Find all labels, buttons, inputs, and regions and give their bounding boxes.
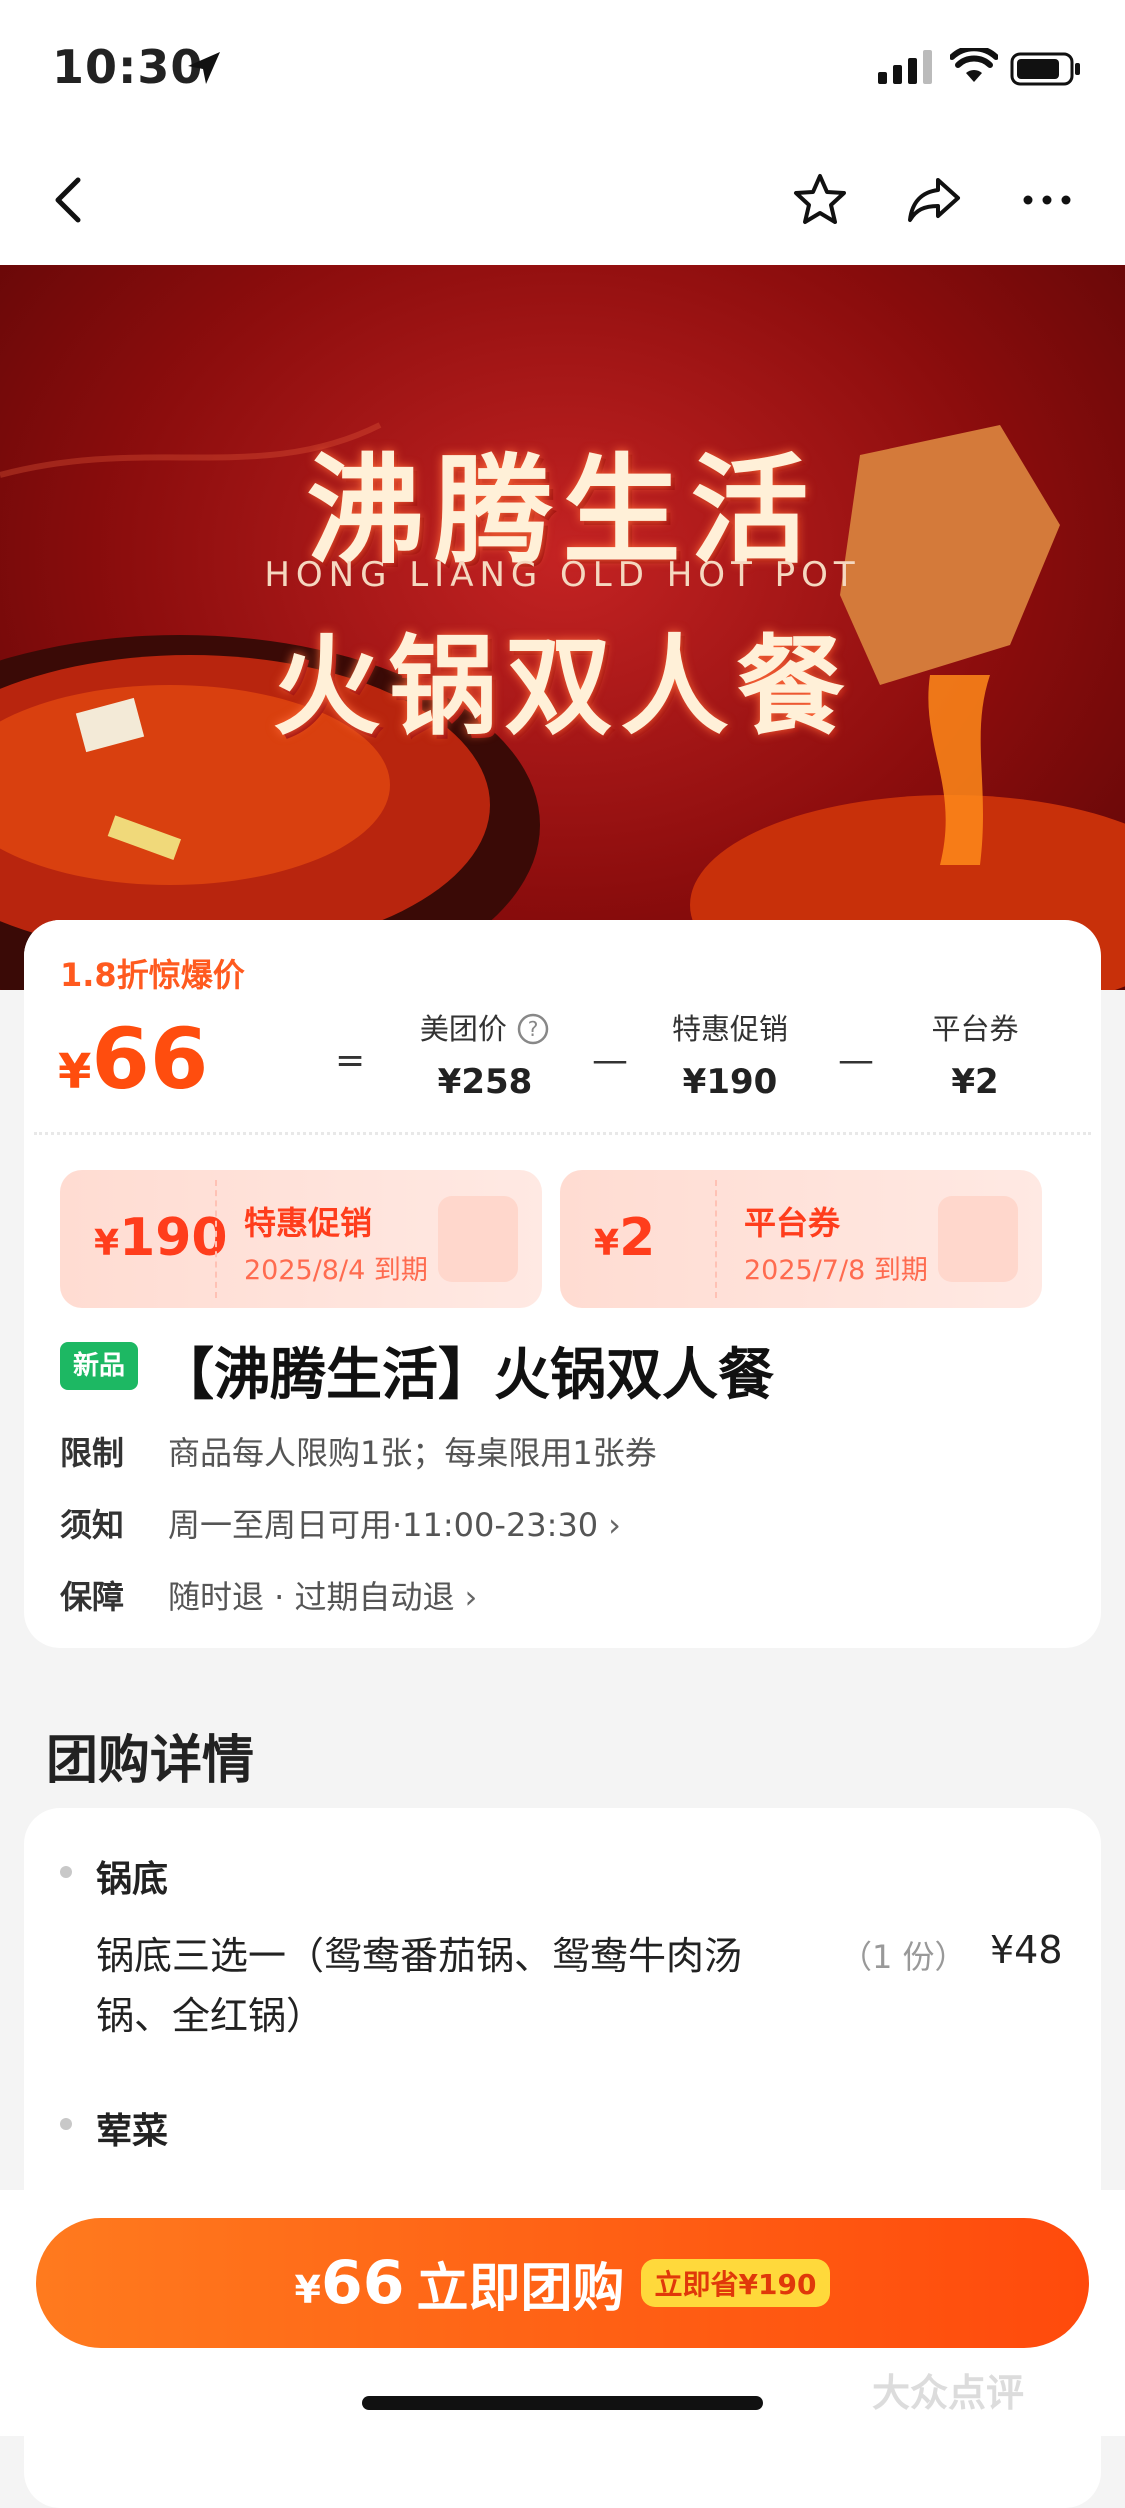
currency-symbol: ¥ xyxy=(58,1044,92,1100)
info-row-guarantee[interactable]: 保障 随时退 · 过期自动退 › xyxy=(60,1572,477,1618)
category-title: 锅底 xyxy=(96,1859,169,1900)
chevron-right-icon: › xyxy=(464,1578,478,1616)
status-time: 10:30 xyxy=(52,40,204,94)
svg-text:?: ? xyxy=(528,1017,539,1041)
cellular-signal-icon xyxy=(878,50,932,84)
bullet-icon xyxy=(60,1866,72,1878)
deal-price-value: 66 xyxy=(91,1010,209,1108)
minus-sign: — xyxy=(592,1040,628,1081)
info-value: 商品每人限购1张；每桌限用1张券 xyxy=(168,1434,657,1472)
coupon-amount: ¥2 xyxy=(594,1208,656,1268)
coupon-platform[interactable]: ¥2 平台券 2025/7/8 到期 xyxy=(560,1170,1042,1308)
chevron-right-icon: › xyxy=(608,1506,621,1544)
platform-coupon-label: 平台券 xyxy=(931,1012,1019,1046)
coupon-title: 平台券 xyxy=(744,1204,841,1242)
info-key: 限制 xyxy=(60,1434,125,1472)
buy-price: 66 xyxy=(321,2248,405,2318)
meituan-price-label: 美团价 xyxy=(419,1012,507,1046)
info-key: 须知 xyxy=(60,1506,125,1544)
minus-sign: — xyxy=(838,1040,874,1081)
info-row-notice[interactable]: 须知 周一至周日可用·11:00-23:30 › xyxy=(60,1500,621,1546)
bullet-icon xyxy=(60,2118,72,2130)
help-icon[interactable]: ? xyxy=(516,1012,550,1046)
back-icon[interactable] xyxy=(40,170,100,230)
menu-item-name: 锅底三选一（鸳鸯番茄锅、鸳鸯牛肉汤锅、全红锅） xyxy=(96,1934,743,2038)
shield-icon xyxy=(938,1196,1018,1282)
coupon-title: 特惠促销 xyxy=(244,1204,373,1242)
promo-value: ¥190 xyxy=(682,1062,778,1102)
star-favorite-icon[interactable] xyxy=(790,170,850,230)
coupon-expiry: 2025/7/8 到期 xyxy=(744,1255,928,1286)
coupon-divider xyxy=(715,1180,717,1298)
battery-icon xyxy=(1010,52,1080,86)
info-key: 保障 xyxy=(60,1578,125,1616)
status-bar: 10:30 xyxy=(0,0,1125,130)
buy-currency: ¥ xyxy=(294,2268,321,2312)
equals-sign: = xyxy=(335,1040,366,1081)
platform-coupon-value: ¥2 xyxy=(951,1062,999,1102)
info-value: 随时退 · 过期自动退 xyxy=(168,1578,455,1616)
banner-subtitle: HONG LIANG OLD HOT POT xyxy=(264,555,861,595)
promo-price: 特惠促销 ¥190 xyxy=(650,1006,810,1102)
meituan-price-value: ¥258 xyxy=(437,1062,533,1102)
platform-coupon-price: 平台券 ¥2 xyxy=(905,1006,1045,1102)
coupon-divider xyxy=(215,1180,217,1298)
home-indicator[interactable] xyxy=(362,2396,763,2410)
deal-price: ¥66 xyxy=(58,1010,208,1108)
wifi-icon xyxy=(950,48,998,82)
menu-item-qty: （1 份） xyxy=(840,1938,967,1976)
new-badge: 新品 xyxy=(60,1342,138,1390)
banner-title-secondary: 火锅双人餐 xyxy=(272,625,853,750)
discount-tag: 1.8折惊爆价 xyxy=(60,956,245,994)
menu-item-price: ¥48 xyxy=(990,1928,1063,1972)
section-heading: 团购详情 xyxy=(46,1731,255,1791)
coupon-amount: ¥190 xyxy=(94,1208,228,1268)
nav-bar xyxy=(0,130,1125,265)
meituan-price[interactable]: 美团价 ? ¥258 xyxy=(400,1006,570,1102)
watermark-logo: 大众点评 xyxy=(872,2371,1025,2415)
category-title: 荤菜 xyxy=(96,2111,169,2152)
buy-now-button[interactable]: ¥ 66 立即团购 立即省¥190 xyxy=(36,2218,1089,2348)
promo-label: 特惠促销 xyxy=(671,1012,788,1046)
coupon-decoration xyxy=(438,1196,518,1282)
info-row-limit: 限制 商品每人限购1张；每桌限用1张券 xyxy=(60,1428,657,1474)
buy-label: 立即团购 xyxy=(416,2258,625,2319)
save-badge: 立即省¥190 xyxy=(640,2259,831,2307)
coupon-promo[interactable]: ¥190 特惠促销 2025/8/4 到期 xyxy=(60,1170,542,1308)
info-value: 周一至周日可用·11:00-23:30 xyxy=(168,1506,599,1544)
share-icon[interactable] xyxy=(904,170,964,230)
hero-banner-image[interactable]: 沸腾生活 HONG LIANG OLD HOT POT 火锅双人餐 xyxy=(0,265,1125,990)
divider xyxy=(34,1132,1091,1135)
location-arrow-icon xyxy=(188,52,220,84)
more-icon[interactable] xyxy=(1018,170,1078,230)
product-title: 【沸腾生活】火锅双人餐 xyxy=(158,1343,774,1408)
coupon-expiry: 2025/8/4 到期 xyxy=(244,1255,428,1286)
